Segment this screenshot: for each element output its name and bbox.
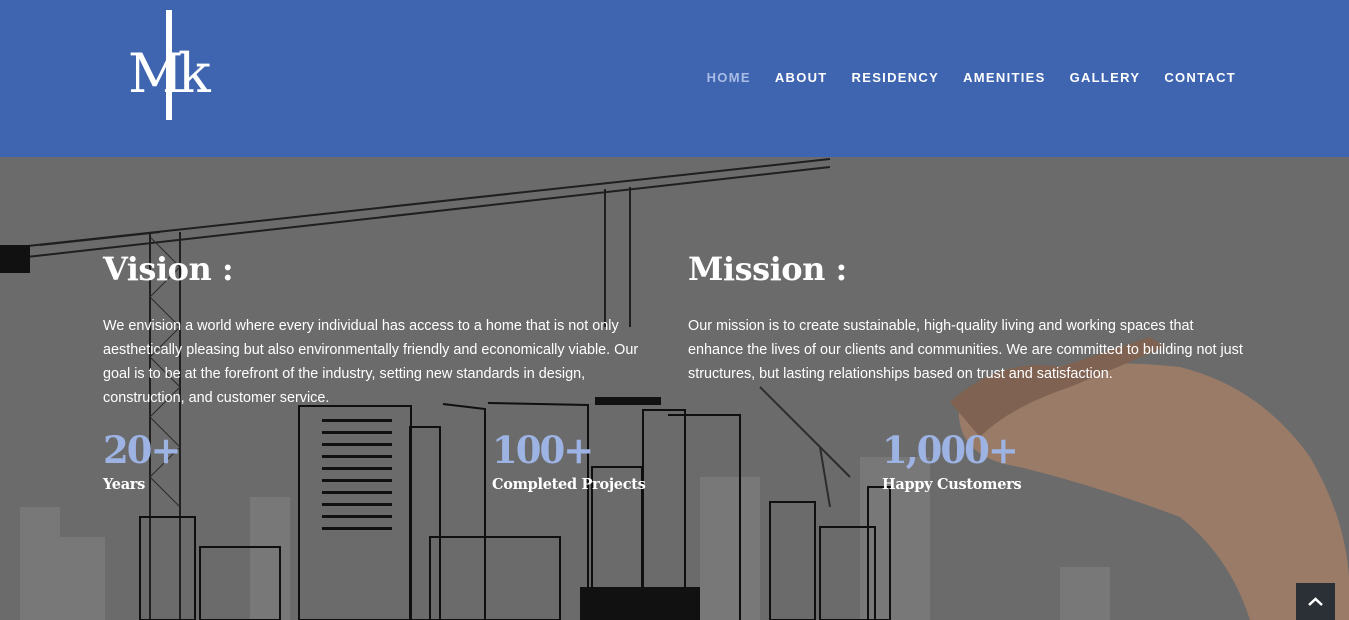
stat-value: 1,000+ (882, 428, 1019, 472)
mk-logo-icon: M k (128, 10, 212, 120)
stat-label: Completed Projects (492, 476, 646, 493)
chevron-up-icon (1308, 597, 1323, 606)
stat-value: 100+ (492, 428, 594, 472)
svg-text:k: k (178, 42, 212, 105)
nav-amenities[interactable]: AMENITIES (963, 70, 1045, 85)
stat-projects: 100+ Completed Projects (492, 430, 646, 493)
hero-section: Vision : We envision a world where every… (0, 157, 1349, 620)
stat-value: 20+ (103, 428, 181, 472)
vision-title: Vision : (103, 250, 234, 288)
back-to-top-button[interactable] (1296, 583, 1335, 620)
nav-residency[interactable]: RESIDENCY (852, 70, 940, 85)
nav-about[interactable]: ABOUT (775, 70, 828, 85)
mission-title: Mission : (688, 250, 847, 288)
nav-home[interactable]: HOME (707, 70, 751, 85)
mission-block: Mission : Our mission is to create susta… (688, 250, 1248, 386)
vision-block: Vision : We envision a world where every… (103, 250, 663, 410)
stat-label: Happy Customers (882, 476, 1022, 493)
svg-text:M: M (128, 42, 183, 105)
nav-gallery[interactable]: GALLERY (1070, 70, 1141, 85)
stat-customers: 1,000+ Happy Customers (882, 428, 1022, 493)
stat-years: 20+ Years (103, 428, 181, 493)
nav-contact[interactable]: CONTACT (1164, 70, 1236, 85)
stat-label: Years (103, 476, 146, 493)
main-nav: HOME ABOUT RESIDENCY AMENITIES GALLERY C… (707, 70, 1236, 85)
vision-text: We envision a world where every individu… (103, 318, 639, 406)
site-header: M k HOME ABOUT RESIDENCY AMENITIES GALLE… (0, 0, 1349, 157)
brand-logo[interactable]: M k (128, 8, 224, 124)
mission-text: Our mission is to create sustainable, hi… (688, 318, 1243, 382)
